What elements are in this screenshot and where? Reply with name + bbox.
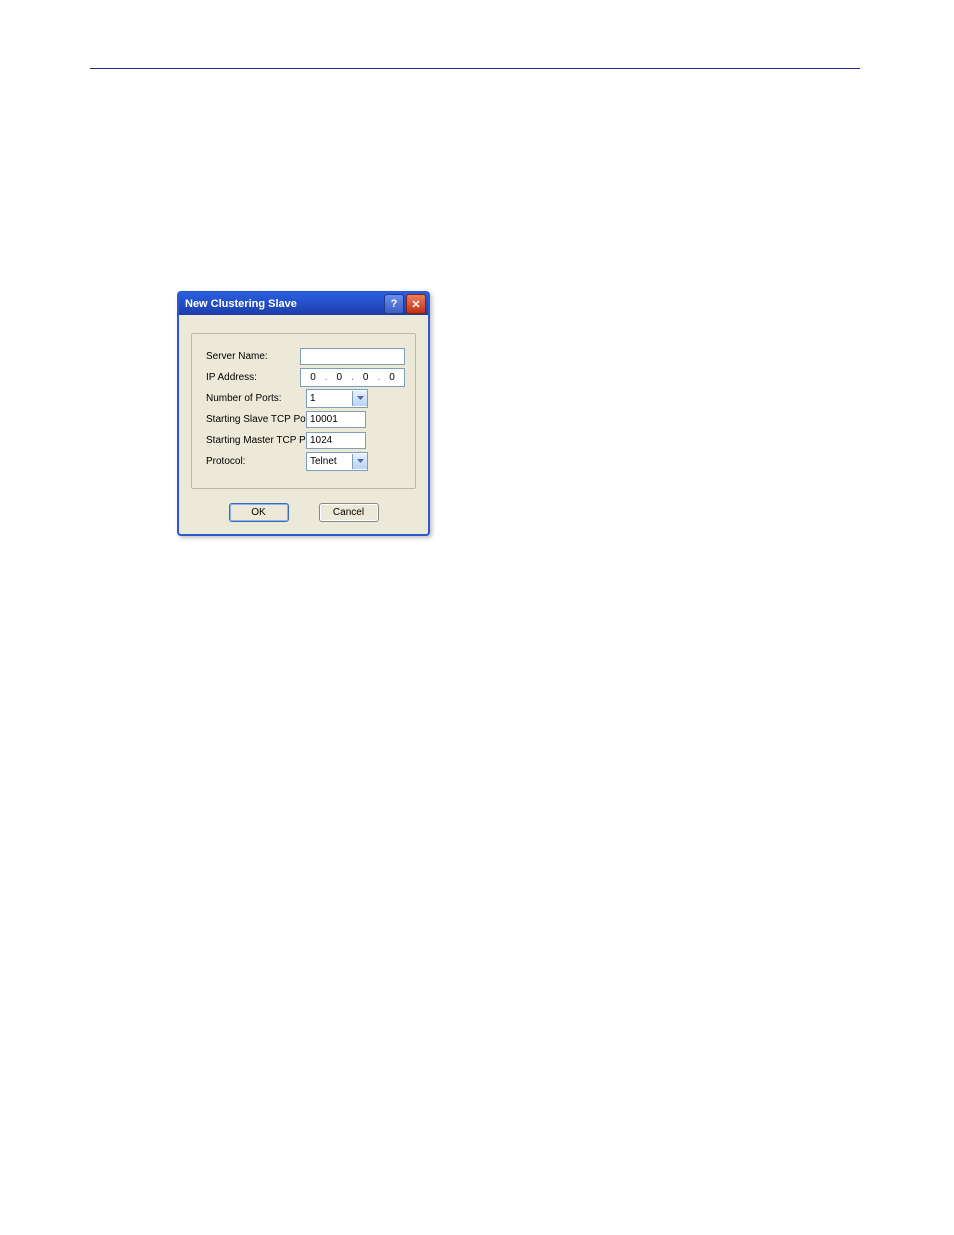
- page-divider: [90, 68, 860, 69]
- label-num-ports: Number of Ports:: [206, 393, 306, 404]
- row-master-port: Starting Master TCP Port:: [206, 430, 405, 450]
- ok-button[interactable]: OK: [229, 503, 289, 522]
- label-server-name: Server Name:: [206, 351, 300, 362]
- label-slave-port: Starting Slave TCP Port:: [206, 414, 306, 425]
- ip-octet-3[interactable]: [359, 372, 373, 383]
- ip-dot: .: [324, 372, 329, 383]
- ip-octet-4[interactable]: [385, 372, 399, 383]
- master-port-input[interactable]: [306, 432, 366, 449]
- close-icon: ✕: [411, 298, 420, 311]
- label-master-port: Starting Master TCP Port:: [206, 435, 306, 446]
- ip-octet-2[interactable]: [332, 372, 346, 383]
- row-num-ports: Number of Ports: 1: [206, 388, 405, 408]
- new-clustering-slave-dialog: New Clustering Slave ? ✕ Server Name: IP…: [177, 291, 430, 536]
- cancel-button[interactable]: Cancel: [319, 503, 379, 522]
- protocol-dropdown-button[interactable]: [352, 454, 367, 469]
- help-button[interactable]: ?: [384, 294, 404, 314]
- dialog-button-row: OK Cancel: [191, 503, 416, 522]
- num-ports-value: 1: [307, 393, 352, 404]
- protocol-value: Telnet: [307, 456, 352, 467]
- close-button[interactable]: ✕: [406, 294, 426, 314]
- help-icon: ?: [391, 298, 398, 310]
- chevron-down-icon: [357, 396, 364, 400]
- num-ports-dropdown-button[interactable]: [352, 391, 367, 406]
- row-server-name: Server Name:: [206, 346, 405, 366]
- row-slave-port: Starting Slave TCP Port:: [206, 409, 405, 429]
- ip-dot: .: [376, 372, 381, 383]
- slave-port-input[interactable]: [306, 411, 366, 428]
- num-ports-select[interactable]: 1: [306, 389, 368, 408]
- row-ip-address: IP Address: . . .: [206, 367, 405, 387]
- ip-octet-1[interactable]: [306, 372, 320, 383]
- label-ip-address: IP Address:: [206, 372, 300, 383]
- chevron-down-icon: [357, 459, 364, 463]
- dialog-title: New Clustering Slave: [185, 298, 382, 310]
- protocol-select[interactable]: Telnet: [306, 452, 368, 471]
- label-protocol: Protocol:: [206, 456, 306, 467]
- server-name-input[interactable]: [300, 348, 405, 365]
- titlebar[interactable]: New Clustering Slave ? ✕: [179, 293, 428, 315]
- row-protocol: Protocol: Telnet: [206, 451, 405, 471]
- field-group: Server Name: IP Address: . . . Number of…: [191, 333, 416, 489]
- dialog-body: Server Name: IP Address: . . . Number of…: [179, 315, 428, 534]
- ip-address-input[interactable]: . . .: [300, 368, 405, 387]
- ip-dot: .: [350, 372, 355, 383]
